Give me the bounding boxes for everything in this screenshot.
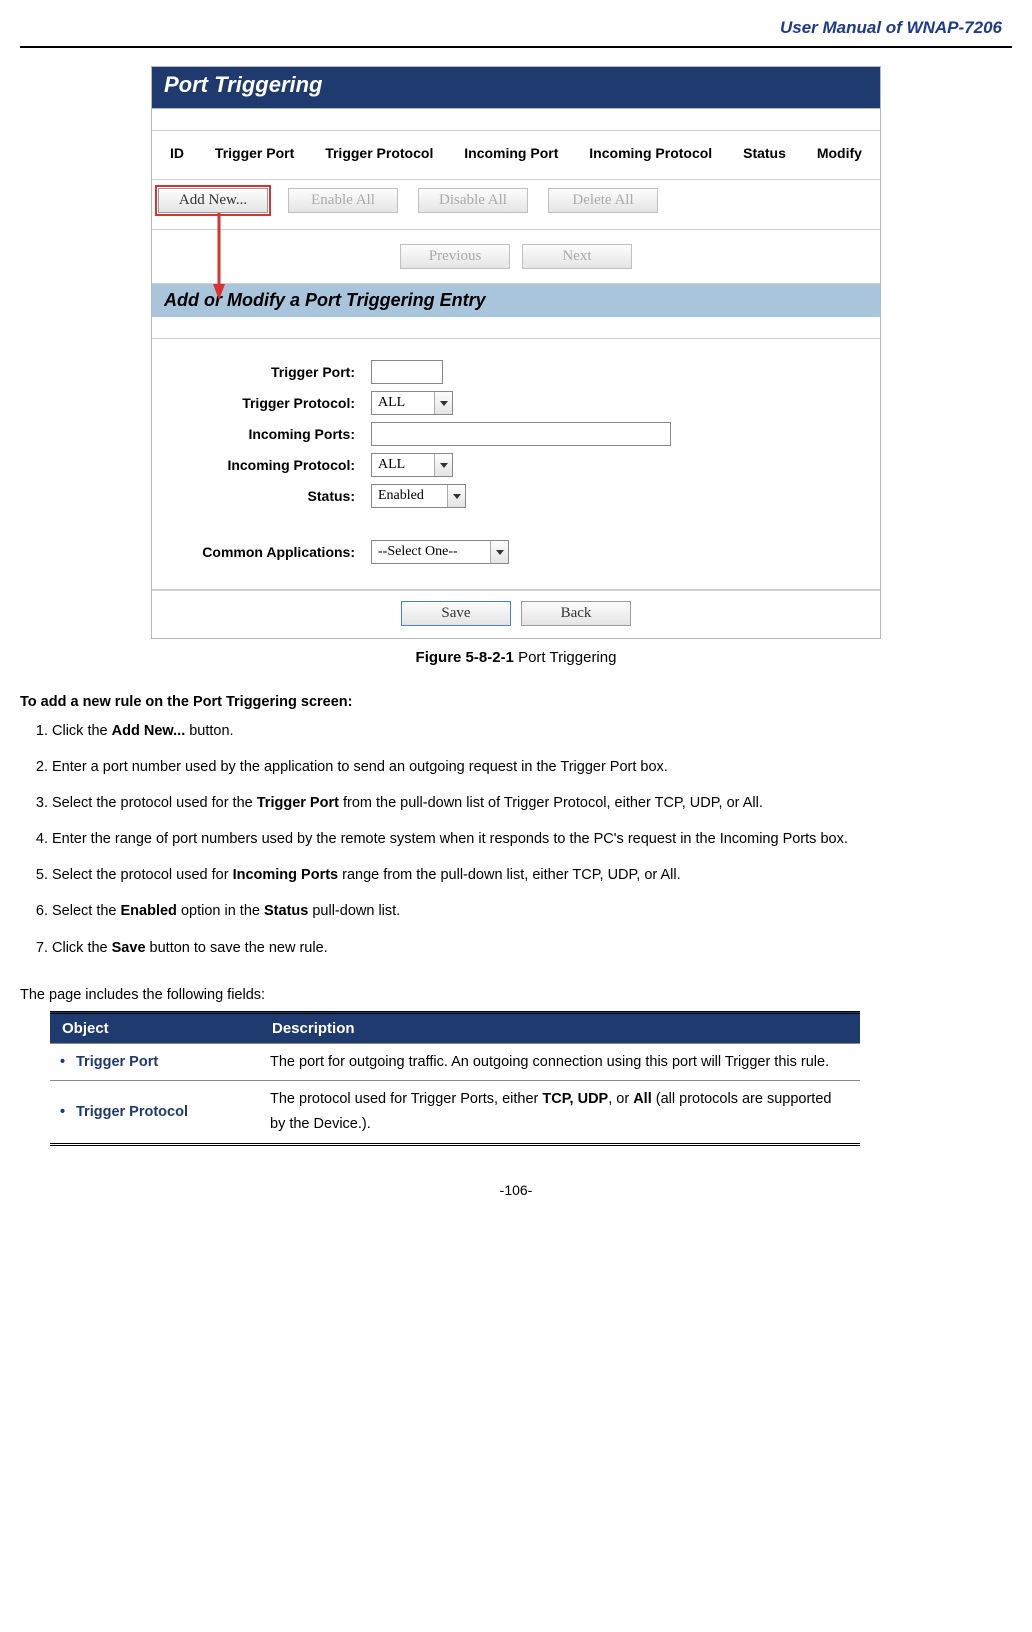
incoming-ports-label: Incoming Ports: xyxy=(166,426,371,442)
next-button[interactable]: Next xyxy=(522,244,632,269)
step-item: Select the protocol used for Incoming Po… xyxy=(52,862,1012,888)
step-item: Enter a port number used by the applicat… xyxy=(52,754,1012,780)
col-trigger-port: Trigger Port xyxy=(215,145,294,161)
incoming-ports-input[interactable] xyxy=(371,422,671,446)
object-cell: Trigger Protocol xyxy=(50,1081,260,1144)
step-item: Enter the range of port numbers used by … xyxy=(52,826,1012,852)
fields-table: Object Description Trigger PortThe port … xyxy=(50,1011,860,1146)
status-label: Status: xyxy=(166,488,371,504)
table-row: Trigger PortThe port for outgoing traffi… xyxy=(50,1043,860,1081)
object-cell: Trigger Port xyxy=(50,1043,260,1081)
step-item: Click the Save button to save the new ru… xyxy=(52,935,1012,961)
step-item: Click the Add New... button. xyxy=(52,718,1012,744)
back-button[interactable]: Back xyxy=(521,601,631,626)
banner-port-triggering: Port Triggering xyxy=(152,67,880,109)
banner-add-modify: Add or Modify a Port Triggering Entry xyxy=(152,284,880,317)
status-select[interactable]: Enabled xyxy=(371,484,466,508)
incoming-protocol-label: Incoming Protocol: xyxy=(166,457,371,473)
th-object: Object xyxy=(50,1012,260,1043)
enable-all-button[interactable]: Enable All xyxy=(288,188,398,213)
col-trigger-protocol: Trigger Protocol xyxy=(325,145,433,161)
delete-all-button[interactable]: Delete All xyxy=(548,188,658,213)
table-row: Trigger ProtocolThe protocol used for Tr… xyxy=(50,1081,860,1144)
add-new-button[interactable]: Add New... xyxy=(158,188,268,213)
disable-all-button[interactable]: Disable All xyxy=(418,188,528,213)
common-apps-label: Common Applications: xyxy=(166,544,371,560)
col-modify: Modify xyxy=(817,145,862,161)
port-triggering-screenshot: Port Triggering ID Trigger Port Trigger … xyxy=(151,66,881,639)
trigger-port-input[interactable] xyxy=(371,360,443,384)
step-item: Select the Enabled option in the Status … xyxy=(52,898,1012,924)
col-status: Status xyxy=(743,145,786,161)
status-value: Enabled xyxy=(378,488,424,504)
trigger-protocol-label: Trigger Protocol: xyxy=(166,395,371,411)
page-number: -106- xyxy=(20,1182,1012,1218)
trigger-protocol-value: ALL xyxy=(378,395,405,411)
col-incoming-port: Incoming Port xyxy=(464,145,558,161)
chevron-down-icon xyxy=(434,392,452,414)
incoming-protocol-select[interactable]: ALL xyxy=(371,453,453,477)
chevron-down-icon xyxy=(447,485,465,507)
instructions-heading: To add a new rule on the Port Triggering… xyxy=(20,694,1012,710)
col-id: ID xyxy=(170,145,184,161)
col-incoming-protocol: Incoming Protocol xyxy=(589,145,712,161)
common-apps-select[interactable]: --Select One-- xyxy=(371,540,509,564)
common-apps-value: --Select One-- xyxy=(378,544,458,560)
figure-caption: Figure 5-8-2-1 Port Triggering xyxy=(20,649,1012,666)
column-headers: ID Trigger Port Trigger Protocol Incomin… xyxy=(166,145,866,161)
steps-list: Click the Add New... button. Enter a port… xyxy=(20,718,1012,961)
header-divider xyxy=(20,46,1012,48)
chevron-down-icon xyxy=(490,541,508,563)
previous-button[interactable]: Previous xyxy=(400,244,510,269)
trigger-protocol-select[interactable]: ALL xyxy=(371,391,453,415)
th-description: Description xyxy=(260,1012,860,1043)
chevron-down-icon xyxy=(434,454,452,476)
fields-intro: The page includes the following fields: xyxy=(20,987,1012,1003)
save-button[interactable]: Save xyxy=(401,601,511,626)
description-cell: The protocol used for Trigger Ports, eit… xyxy=(260,1081,860,1144)
incoming-protocol-value: ALL xyxy=(378,457,405,473)
step-item: Select the protocol used for the Trigger… xyxy=(52,790,1012,816)
trigger-port-label: Trigger Port: xyxy=(166,364,371,380)
doc-title: User Manual of WNAP-7206 xyxy=(780,18,1002,37)
description-cell: The port for outgoing traffic. An outgoi… xyxy=(260,1043,860,1081)
